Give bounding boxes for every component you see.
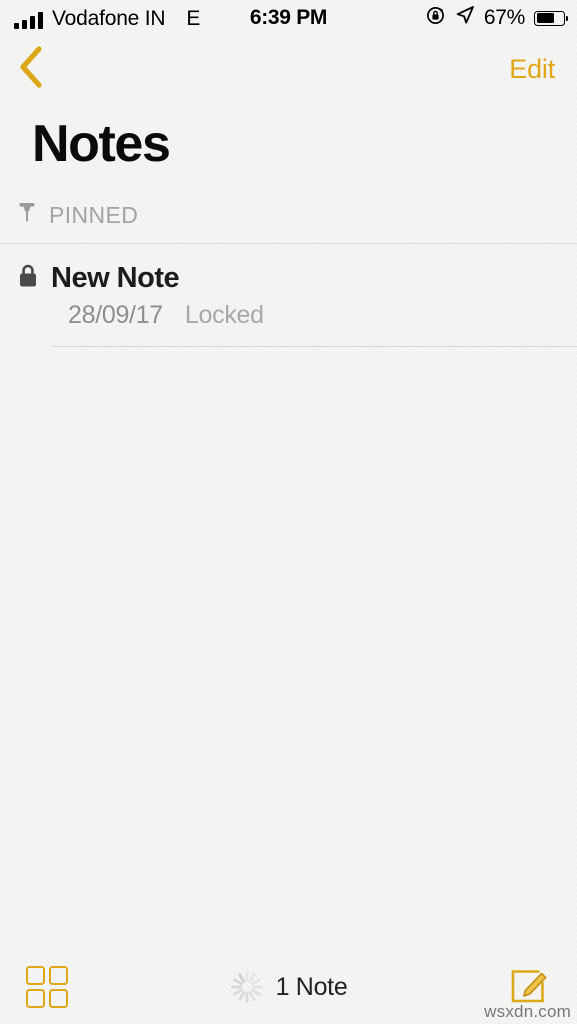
- status-bar-left: Vodafone IN E: [14, 8, 200, 29]
- back-button[interactable]: [16, 41, 54, 98]
- note-status: Locked: [184, 301, 264, 330]
- page-title: Notes: [32, 115, 171, 173]
- watermark: wsxdn.com: [484, 1002, 571, 1021]
- note-title-line: New Note: [16, 262, 561, 295]
- status-bar: Vodafone IN E 6:39 PM 67%: [0, 0, 577, 36]
- note-count-area: 1 Note: [0, 970, 577, 1004]
- pinned-section: PINNED New Note 28/09/17 Locked: [0, 172, 577, 348]
- navigation-bar: Edit: [0, 36, 577, 102]
- battery-percent-label: 67%: [483, 6, 525, 29]
- status-bar-right: 67%: [425, 5, 568, 32]
- carrier-name: Vodafone IN: [52, 6, 166, 30]
- note-title: New Note: [51, 262, 180, 295]
- pinned-section-label: PINNED: [49, 202, 139, 229]
- edit-button[interactable]: Edit: [505, 52, 559, 87]
- note-list-item[interactable]: New Note 28/09/17 Locked: [0, 244, 577, 346]
- rotation-lock-icon: [425, 5, 446, 32]
- note-date: 28/09/17: [68, 301, 163, 330]
- note-count-label: 1 Note: [275, 972, 348, 1001]
- grid-view-button[interactable]: [26, 966, 68, 1008]
- grid-icon: [26, 966, 68, 1008]
- signal-bars-icon: [14, 11, 43, 29]
- pinned-section-header: PINNED: [0, 172, 577, 243]
- separator-bottom: [52, 346, 577, 348]
- loading-spinner-icon: [230, 970, 264, 1004]
- chevron-left-icon: [18, 45, 44, 94]
- battery-icon: [534, 10, 568, 26]
- location-arrow-icon: [455, 5, 475, 31]
- note-metadata: 28/09/17 Locked: [16, 295, 561, 330]
- lock-icon: [16, 262, 40, 295]
- pin-icon: [16, 200, 38, 231]
- network-type-label: E: [186, 6, 201, 30]
